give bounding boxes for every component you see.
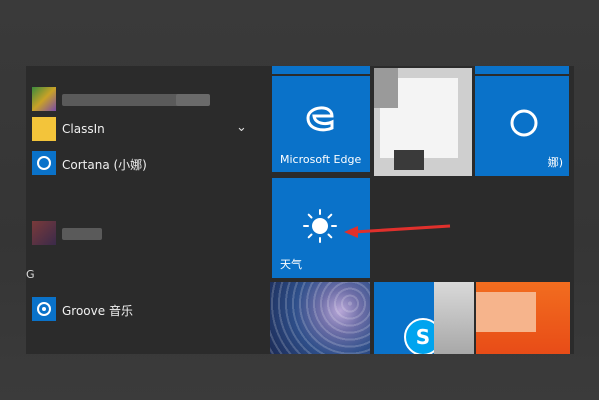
list-item-blurred[interactable] [26, 82, 268, 116]
edge-icon [302, 98, 338, 134]
groove-music-icon [32, 297, 56, 321]
app-list: ClassIn ⌄ Cortana (小娜) G Groove 音乐 [26, 66, 268, 354]
app-icon [32, 87, 56, 111]
tile-orange[interactable] [476, 282, 570, 354]
blurred-block [374, 68, 398, 108]
tile-label: 娜) [547, 156, 563, 169]
tile-label: Microsoft Edge [280, 153, 362, 166]
cortana-icon [32, 151, 56, 175]
tile-microsoft-edge[interactable]: Microsoft Edge [272, 76, 370, 172]
app-icon [32, 221, 56, 245]
tile-partial[interactable] [475, 66, 569, 74]
folder-icon [32, 117, 56, 141]
tile-cortana[interactable]: 娜) [475, 76, 569, 176]
list-item-classin[interactable]: ClassIn ⌄ [26, 112, 268, 146]
photo-swirl [270, 282, 370, 354]
list-item-label: Cortana (小娜) [62, 158, 147, 172]
tile-partial[interactable] [272, 66, 370, 74]
section-letter[interactable]: G [26, 268, 35, 281]
list-item-label: Groove 音乐 [62, 304, 133, 318]
chevron-down-icon[interactable]: ⌄ [236, 120, 247, 135]
list-item-label: ClassIn [62, 122, 105, 136]
blurred-label-2 [176, 94, 210, 106]
blurred-block [476, 292, 536, 332]
list-item-groove[interactable]: Groove 音乐 [26, 292, 268, 326]
list-item-blurred-2[interactable] [26, 216, 268, 250]
red-arrow-annotation [344, 224, 451, 238]
list-item-cortana[interactable]: Cortana (小娜) [26, 146, 268, 180]
blurred-label [62, 228, 102, 240]
tile-blurred[interactable] [374, 68, 472, 176]
blurred-block [394, 150, 424, 170]
cortana-icon [509, 108, 539, 138]
sun-icon [302, 208, 338, 244]
tile-photos[interactable] [270, 282, 370, 354]
tile-label: 天气 [280, 258, 302, 271]
tile-skype[interactable]: S [374, 282, 474, 354]
blurred-block [434, 282, 474, 354]
